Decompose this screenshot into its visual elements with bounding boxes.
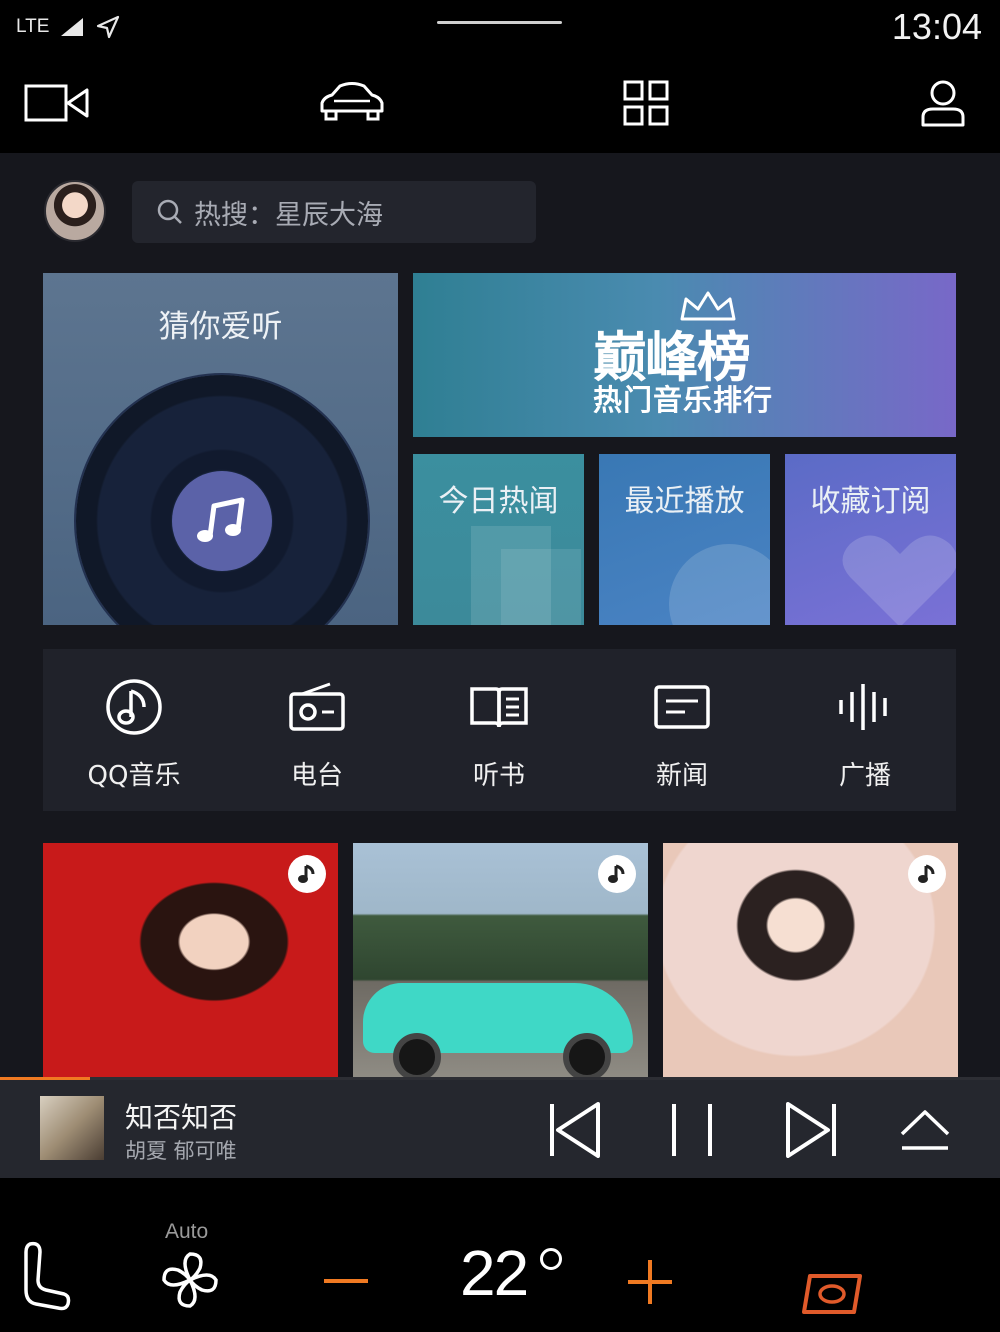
album-cover[interactable] (40, 1096, 104, 1160)
guess-you-like-card[interactable]: 猜你爱听 (43, 273, 398, 625)
music-note-icon (197, 497, 245, 542)
camera-icon (24, 84, 89, 122)
guess-title: 猜你爱听 (158, 309, 283, 345)
peak-chart-card[interactable]: 巅峰榜 热门音乐排行 (413, 273, 956, 437)
vinyl-record-icon (76, 375, 368, 625)
expand-player-button[interactable] (898, 1102, 952, 1158)
today-news-card[interactable]: 今日热闻 (413, 454, 584, 625)
pause-icon (672, 1104, 712, 1156)
clock: 13:04 (891, 6, 982, 47)
pages-icon-back (501, 549, 581, 625)
category-label: 新闻 (655, 761, 708, 791)
car-button[interactable] (316, 73, 388, 133)
playlist-tile[interactable] (663, 843, 958, 1078)
temp-increase-button[interactable] (624, 1260, 676, 1308)
category-label: 广播 (838, 761, 891, 791)
music-app: 热搜：星辰大海 猜你爱听 巅峰榜 热门音乐排行 今日热闻 最近播放 收藏订阅 Q… (0, 153, 1000, 1178)
location-arrow-icon (97, 15, 120, 39)
recent-play-card[interactable]: 最近播放 (599, 454, 770, 625)
heart-icon (842, 535, 956, 625)
search-bar[interactable]: 热搜：星辰大海 (132, 181, 536, 243)
qq-music-badge-icon (598, 855, 636, 893)
peak-subtitle: 热门音乐排行 (593, 383, 774, 417)
minus-icon (324, 1279, 368, 1283)
user-icon (921, 80, 965, 127)
pause-button[interactable] (670, 1102, 714, 1158)
news-icon (654, 685, 710, 729)
previous-button[interactable] (548, 1102, 602, 1158)
fan-mode-label: Auto (165, 1220, 209, 1243)
fan-icon (162, 1252, 218, 1308)
song-title: 知否知否 (125, 1101, 238, 1134)
temperature-value: 22 (460, 1237, 529, 1309)
song-artist: 胡夏 郁可唯 (125, 1139, 237, 1163)
category-broadcast[interactable]: 广播 (795, 677, 935, 792)
degree-icon (540, 1248, 562, 1270)
playlist-tile[interactable] (353, 843, 648, 1078)
favorites-card[interactable]: 收藏订阅 (785, 454, 956, 625)
signal-icon (61, 18, 84, 36)
qq-music-icon (106, 679, 162, 735)
temp-decrease-button[interactable] (320, 1262, 374, 1302)
fan-button[interactable] (160, 1250, 220, 1314)
playlist-tile[interactable] (43, 843, 338, 1078)
mini-player: 知否知否 胡夏 郁可唯 (0, 1080, 1000, 1178)
plus-icon-v (648, 1260, 652, 1304)
recent-play-label: 最近播放 (624, 484, 745, 519)
wheel-shape (563, 1033, 611, 1078)
category-news[interactable]: 新闻 (612, 677, 752, 792)
book-icon (470, 687, 528, 728)
camera-button[interactable] (22, 73, 92, 133)
wheel-shape (393, 1033, 441, 1078)
category-qq-music[interactable]: QQ音乐 (64, 677, 204, 792)
seat-icon (24, 1241, 71, 1311)
search-placeholder: 热搜：星辰大海 (194, 199, 383, 231)
defrost-icon (802, 1274, 862, 1314)
seat-button[interactable] (22, 1240, 72, 1316)
disc-shape-icon (669, 544, 770, 625)
previous-icon (550, 1102, 600, 1158)
category-label: 听书 (472, 761, 525, 791)
category-radio[interactable]: 电台 (247, 677, 387, 792)
grid-icon (623, 80, 669, 126)
eject-icon (900, 1110, 950, 1150)
today-news-label: 今日热闻 (438, 484, 559, 519)
apps-button[interactable] (618, 73, 674, 133)
favorites-label: 收藏订阅 (810, 484, 931, 519)
car-icon (320, 82, 384, 121)
top-nav (0, 55, 1000, 153)
category-label: 电台 (290, 761, 343, 791)
climate-bar: Auto 22 (0, 1178, 1000, 1332)
category-audiobook[interactable]: 听书 (429, 677, 569, 792)
qq-music-badge-icon (288, 855, 326, 893)
search-icon (157, 199, 182, 224)
drag-handle[interactable] (437, 21, 562, 24)
profile-button[interactable] (916, 73, 970, 133)
radio-icon (289, 682, 345, 731)
avatar[interactable] (44, 180, 106, 242)
defrost-button[interactable] (800, 1270, 864, 1322)
next-icon (786, 1102, 836, 1158)
music-note-badge (172, 471, 272, 571)
category-strip: QQ音乐 电台 听书 新闻 广播 (43, 649, 956, 811)
status-bar: LTE 13:04 (0, 0, 1000, 55)
network-label: LTE (16, 16, 50, 37)
broadcast-icon (839, 684, 887, 730)
category-label: QQ音乐 (87, 761, 181, 791)
qq-music-badge-icon (908, 855, 946, 893)
next-button[interactable] (784, 1102, 838, 1158)
status-indicators: LTE (16, 14, 121, 40)
